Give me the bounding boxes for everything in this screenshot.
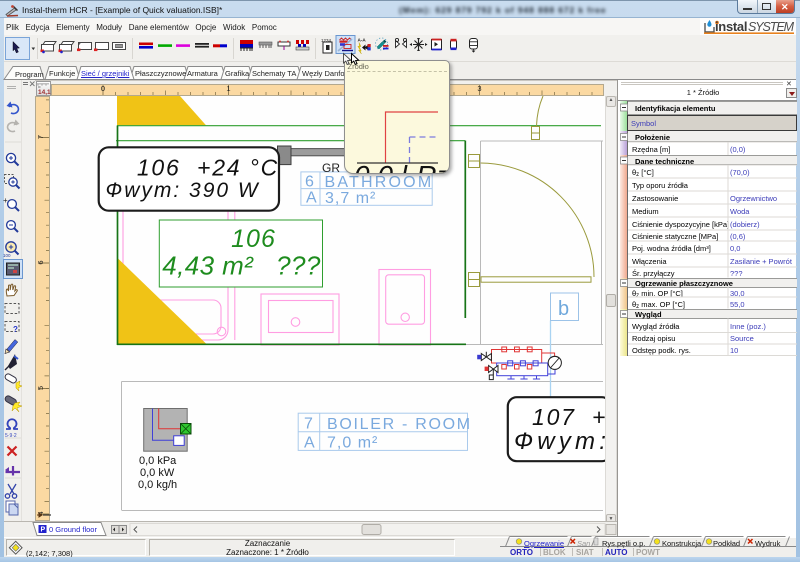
- svg-text:GR: GR: [322, 161, 340, 175]
- svg-text:0: 0: [101, 84, 105, 93]
- svg-text:BATHROOM: BATHROOM: [325, 174, 434, 191]
- svg-text:Фwym:: Фwym:: [514, 428, 610, 455]
- svg-text:3: 3: [477, 84, 481, 93]
- svg-text:Фwym: 390 W: Фwym: 390 W: [106, 179, 260, 202]
- svg-text:0,0 kPa: 0,0 kPa: [139, 455, 177, 467]
- svg-text:b: b: [558, 298, 569, 320]
- svg-text:A: A: [306, 190, 317, 207]
- svg-text:0,0 l-Rz: 0,0 l-Rz: [354, 160, 450, 175]
- svg-text:1: 1: [226, 84, 230, 93]
- svg-text:6: 6: [36, 260, 45, 264]
- svg-text:+: +: [592, 404, 605, 430]
- svg-text:6: 6: [305, 174, 314, 191]
- svg-text:BOILER - ROOM: BOILER - ROOM: [327, 416, 472, 433]
- svg-text:7,0 m²: 7,0 m²: [327, 435, 378, 452]
- svg-text:P: P: [41, 527, 46, 534]
- svg-text:107: 107: [532, 404, 576, 430]
- svg-text:7: 7: [36, 135, 45, 139]
- svg-text:5: 5: [36, 386, 45, 390]
- svg-text:3,7 m²: 3,7 m²: [325, 190, 376, 207]
- svg-text:106: 106: [231, 225, 276, 253]
- svg-text:7: 7: [304, 416, 313, 433]
- svg-text:0 Ground floor: 0 Ground floor: [49, 525, 97, 534]
- svg-text:0,0 kW: 0,0 kW: [140, 467, 175, 479]
- svg-text:106 +24 °C: 106 +24 °C: [137, 155, 279, 181]
- svg-text:A: A: [304, 435, 315, 452]
- svg-text:4,43 m² ???: 4,43 m² ???: [162, 251, 321, 281]
- svg-text:0,0 kg/h: 0,0 kg/h: [138, 479, 177, 491]
